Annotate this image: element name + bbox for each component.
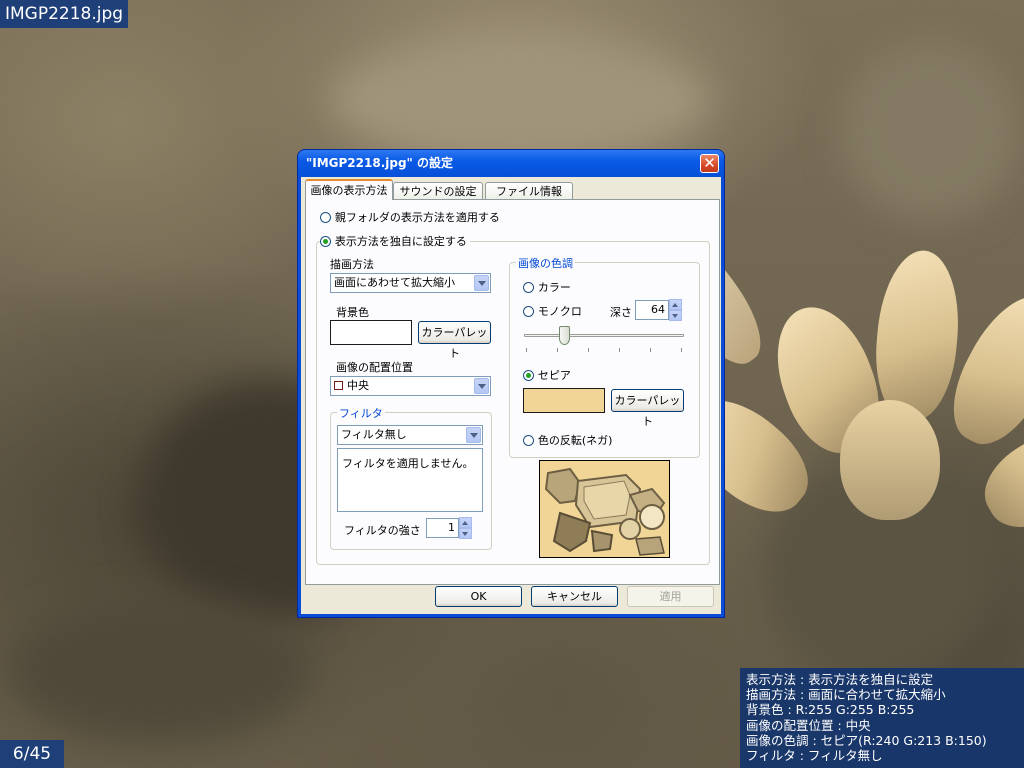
- bg-palette-button[interactable]: カラーパレット: [418, 321, 491, 360]
- filter-strength-label: フィルタの強さ: [344, 524, 421, 537]
- tone-group-title: 画像の色調: [516, 255, 575, 271]
- radio-tone-mono-indicator[interactable]: [523, 306, 534, 317]
- chevron-down-icon[interactable]: [466, 427, 481, 443]
- radio-tone-color-indicator[interactable]: [523, 282, 534, 293]
- spin-down-icon[interactable]: [669, 310, 682, 321]
- filter-group-title: フィルタ: [337, 405, 385, 421]
- ok-button[interactable]: OK: [435, 586, 522, 607]
- close-icon: ✕: [703, 154, 716, 172]
- info-line: 表示方法 : 表示方法を独自に設定: [746, 672, 934, 687]
- depth-slider-thumb[interactable]: [559, 326, 570, 345]
- info-line: 描画方法 : 画面に合わせて拡大縮小: [746, 687, 946, 703]
- slider-tick: [650, 348, 651, 352]
- position-label: 画像の配置位置: [336, 361, 413, 374]
- radio-custom-indicator[interactable]: [320, 236, 331, 247]
- draw-method-select[interactable]: 画面にあわせて拡大縮小: [330, 273, 491, 293]
- filter-strength-input[interactable]: 1: [426, 518, 459, 538]
- depth-label: 深さ: [610, 306, 632, 319]
- draw-method-label: 描画方法: [330, 258, 374, 271]
- spin-down-icon[interactable]: [459, 528, 472, 539]
- radio-tone-color-label: カラー: [537, 281, 571, 294]
- radio-tone-color[interactable]: カラー: [523, 279, 571, 295]
- spin-up-icon[interactable]: [669, 299, 682, 310]
- tab-display-method[interactable]: 画像の表示方法: [305, 179, 393, 200]
- dialog-client: 画像の表示方法 サウンドの設定 ファイル情報 親フォルダの表示方法を適用する 表…: [301, 177, 721, 614]
- slider-tick: [557, 348, 558, 352]
- chevron-down-icon[interactable]: [474, 378, 489, 394]
- filename-label: IMGP2218.jpg: [0, 0, 129, 28]
- radio-tone-sepia-label: セピア: [537, 369, 571, 382]
- sepia-color-swatch: [523, 388, 605, 413]
- radio-parent-label: 親フォルダの表示方法を適用する: [334, 211, 500, 224]
- dialog-titlebar[interactable]: "IMGP2218.jpg" の設定 ✕: [298, 150, 724, 177]
- filter-strength-spinner[interactable]: [459, 517, 472, 539]
- apply-button[interactable]: 適用: [627, 586, 714, 607]
- radio-tone-invert[interactable]: 色の反転(ネガ): [523, 432, 612, 448]
- tone-preview-image: [539, 460, 670, 558]
- depth-slider-track[interactable]: [524, 334, 684, 337]
- sepia-palette-button[interactable]: カラーパレット: [611, 389, 684, 428]
- preview-teapot-icon: [540, 461, 669, 557]
- radio-tone-sepia-indicator[interactable]: [523, 370, 534, 381]
- radio-tone-mono-label: モノクロ: [537, 305, 582, 318]
- depth-spinner[interactable]: [669, 299, 682, 321]
- info-line: 背景色 : R:255 G:255 B:255: [746, 702, 915, 718]
- draw-method-value: 画面にあわせて拡大縮小: [334, 276, 455, 289]
- close-button[interactable]: ✕: [700, 154, 719, 173]
- position-value: 中央: [347, 379, 369, 392]
- bg-color-swatch: [330, 320, 412, 345]
- radio-parent-indicator[interactable]: [320, 212, 331, 223]
- bg-color-label: 背景色: [336, 306, 369, 319]
- image-counter: 6/45: [0, 740, 64, 768]
- image-info-panel: 表示方法 : 表示方法を独自に設定 描画方法 : 画面に合わせて拡大縮小 背景色…: [740, 668, 1024, 768]
- radio-tone-invert-label: 色の反転(ネガ): [537, 434, 613, 447]
- chevron-down-icon[interactable]: [474, 275, 489, 291]
- radio-tone-mono[interactable]: モノクロ: [523, 303, 582, 319]
- info-line: フィルタ : フィルタ無し: [746, 748, 883, 764]
- info-line: 画像の配置位置 : 中央: [746, 717, 871, 733]
- info-line: 画像の色調 : セピア(R:240 G:213 B:150): [746, 732, 987, 748]
- tab-page-display: 親フォルダの表示方法を適用する 表示方法を独自に設定する 描画方法 画面にあわせ…: [305, 199, 720, 585]
- radio-parent-method[interactable]: 親フォルダの表示方法を適用する: [320, 209, 500, 225]
- dialog-title: "IMGP2218.jpg" の設定: [306, 156, 453, 170]
- center-position-icon: [334, 381, 343, 390]
- position-select[interactable]: 中央: [330, 376, 491, 396]
- radio-tone-sepia[interactable]: セピア: [523, 367, 571, 383]
- slider-tick: [526, 348, 527, 352]
- depth-input[interactable]: 64: [635, 300, 669, 320]
- cancel-button[interactable]: キャンセル: [531, 586, 618, 607]
- tab-file-info[interactable]: ファイル情報: [485, 182, 573, 199]
- slider-tick: [588, 348, 589, 352]
- radio-custom-label: 表示方法を独自に設定する: [334, 235, 467, 248]
- spin-up-icon[interactable]: [459, 517, 472, 528]
- slider-tick: [619, 348, 620, 352]
- tab-sound-settings[interactable]: サウンドの設定: [393, 182, 483, 199]
- settings-dialog: "IMGP2218.jpg" の設定 ✕ 画像の表示方法 サウンドの設定 ファイ…: [298, 150, 724, 617]
- filter-description: フィルタを適用しません。: [337, 448, 483, 512]
- radio-custom-method[interactable]: 表示方法を独自に設定する: [320, 233, 470, 249]
- filter-value: フィルタ無し: [341, 428, 407, 441]
- filter-select[interactable]: フィルタ無し: [337, 425, 483, 445]
- radio-tone-invert-indicator[interactable]: [523, 435, 534, 446]
- slider-tick: [681, 348, 682, 352]
